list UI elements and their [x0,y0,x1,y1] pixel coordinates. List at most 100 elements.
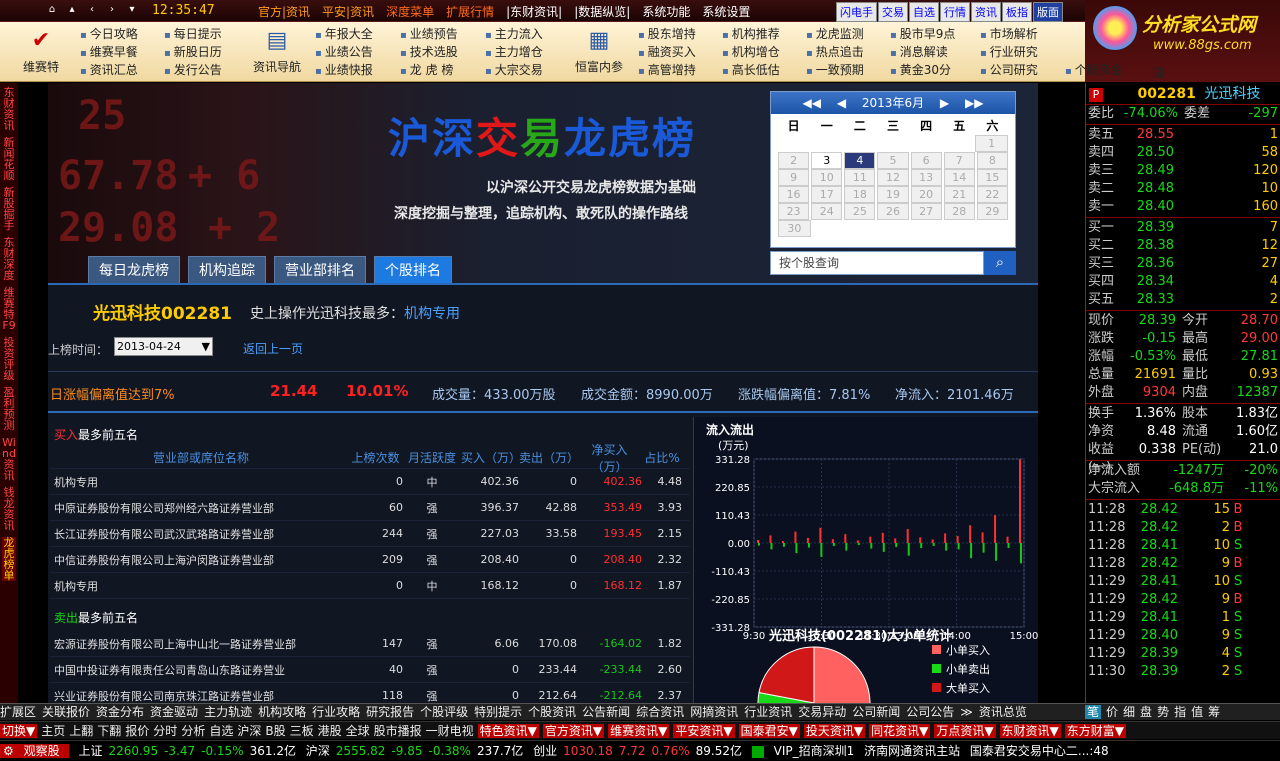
column-header[interactable]: 卖出（万） [519,449,579,466]
function-button[interactable]: 公司新闻 [852,705,900,719]
nav-button[interactable]: 自选 [209,724,233,738]
top-menu-item[interactable]: 平安|资讯 [322,5,374,19]
top-menu-item[interactable]: 官方|资讯 [258,5,310,19]
calendar-day[interactable]: 12 [877,169,909,186]
news-ticker[interactable]: 国泰君安交易中心二...:48 [970,744,1109,758]
ribbon-item[interactable]: 机构推荐 [722,25,780,43]
top-menu-item[interactable]: 系统功能 [642,5,690,19]
sidebar-item[interactable]: 钱龙资讯 [2,487,16,531]
calendar-day[interactable]: 18 [844,186,876,203]
top-menu-item[interactable]: 扩展行情 [446,5,494,19]
quick-tab[interactable]: 自选 [909,2,939,22]
ribbon-big-nav[interactable]: ▤ 资讯导航 [248,24,306,82]
quote-level[interactable]: 买二 28.38 12 [1086,237,1280,255]
function-button[interactable]: 研究报告 [366,705,414,719]
ribbon-item[interactable]: 消息解读 [890,43,955,61]
nav-button[interactable]: 东方财富▼ [1064,724,1127,738]
ribbon-item[interactable]: 市场解析 [980,25,1038,43]
column-header[interactable]: 上榜次数 [348,449,403,466]
function-button[interactable]: 个股资讯 [528,705,576,719]
ribbon-item[interactable]: 发行公告 [164,61,222,79]
nav-button[interactable]: 维赛资讯▼ [608,724,670,738]
function-button[interactable]: 主力轨迹 [204,705,252,719]
calendar-day[interactable]: 5 [877,152,909,169]
nav-button[interactable]: 股市播报 [374,724,422,738]
calendar-day[interactable]: 2 [778,152,810,169]
nav-button[interactable]: 港股 [318,724,342,738]
calendar-day[interactable]: 20 [910,186,942,203]
top-menu-item[interactable]: |数据纵览| [574,5,630,19]
table-row[interactable]: 兴业证券股份有限公司南京珠江路证券营业部 118 强 0 212.64 -212.64 2.… [50,683,690,703]
banner-tab[interactable]: 个股排名 [374,256,452,284]
quote-func-tab[interactable]: 筹 [1208,705,1220,719]
function-button[interactable]: 资讯总览 [979,705,1027,719]
next-month-icon[interactable]: ▶ [940,96,949,110]
function-button[interactable]: 资金分布 [96,705,144,719]
nav-button[interactable]: 上翻 [69,724,93,738]
quote-level[interactable]: 卖五 28.55 1 [1086,126,1280,144]
calendar-day[interactable]: 13 [910,169,942,186]
nav-button[interactable]: 分时 [153,724,177,738]
ribbon-item[interactable]: 每日提示 [164,25,222,43]
search-icon[interactable]: ⌕ [984,251,1016,275]
quick-tab[interactable]: 资讯 [971,2,1001,22]
function-button[interactable]: 公司公告 [906,705,954,719]
nav-button[interactable]: 主页 [41,724,65,738]
quote-level[interactable]: 买一 28.39 7 [1086,219,1280,237]
nav-button[interactable]: 特色资讯▼ [477,724,539,738]
top-menu-item[interactable]: |东财资讯| [506,5,562,19]
ribbon-item[interactable]: 主力增仓 [485,43,543,61]
calendar-day[interactable]: 29 [976,203,1008,220]
ribbon-item[interactable]: 股东增持 [638,25,696,43]
nav-button[interactable]: 国泰君安▼ [738,724,800,738]
ribbon-item[interactable]: 年报大全 [315,25,373,43]
ribbon-item[interactable]: 大宗交易 [485,61,543,79]
quick-tab[interactable]: 闪电手 [836,2,877,22]
calendar-day[interactable]: 23 [778,203,810,220]
ribbon-item[interactable]: 个股资金 [1065,61,1123,79]
stock-search-input[interactable]: 按个股查询 [770,251,984,275]
calendar-day[interactable]: 3 [811,152,843,169]
column-header[interactable]: 买入（万） [461,449,521,466]
column-header[interactable]: 占比% [642,449,682,466]
ribbon-item[interactable]: 融资买入 [638,43,696,61]
ribbon-item[interactable]: 行业研究 [980,43,1038,61]
quick-tab[interactable]: 板指 [1002,2,1032,22]
calendar-day[interactable]: 19 [877,186,909,203]
column-header[interactable]: 营业部或席位名称 [50,449,348,466]
banner-tab[interactable]: 营业部排名 [274,256,366,284]
quote-level[interactable]: 卖一 28.40 160 [1086,198,1280,216]
ribbon-item[interactable]: 业绩预告 [400,25,458,43]
calendar-day[interactable]: 11 [844,169,876,186]
quote-func-tab[interactable]: 盘 [1140,705,1152,719]
calendar-day[interactable]: 7 [943,152,975,169]
calendar-day[interactable]: 16 [778,186,810,203]
prev-year-icon[interactable]: ◀◀ [803,96,821,110]
forward-icon[interactable]: › [105,3,119,17]
function-button[interactable]: 关联报价 [42,705,90,719]
quote-func-tab[interactable]: 价 [1106,705,1118,719]
function-button[interactable]: 特别提示 [474,705,522,719]
ribbon-big-hengfu[interactable]: ▦ 恒富内参 [570,24,628,82]
quote-func-tab[interactable]: 势 [1157,705,1169,719]
ribbon-item[interactable]: 高长低估 [722,61,780,79]
sidebar-item[interactable]: Wind资讯 [2,437,16,481]
nav-button[interactable]: 全球 [346,724,370,738]
calendar-day[interactable]: 24 [811,203,843,220]
quote-level[interactable]: 买三 28.36 27 [1086,255,1280,273]
quick-tab[interactable]: 版面 [1033,2,1063,22]
calendar-day[interactable]: 4 [844,152,876,169]
banner-tab[interactable]: 机构追踪 [188,256,266,284]
ribbon-item[interactable]: 业绩快报 [315,61,373,79]
function-button[interactable]: 行业攻略 [312,705,360,719]
nav-button[interactable]: 万点资讯▼ [934,724,996,738]
nav-button[interactable]: 东财资讯▼ [999,724,1061,738]
next-year-icon[interactable]: ▶▶ [965,96,983,110]
observe-button[interactable]: ⚙ 观察股 [0,744,69,758]
function-button[interactable]: 网摘资讯 [690,705,738,719]
date-select[interactable]: 2013-04-24 ▼ [114,337,213,356]
quote-level[interactable]: 买四 28.34 4 [1086,273,1280,291]
calendar-day[interactable]: 26 [877,203,909,220]
ribbon-item[interactable]: 龙虎监测 [806,25,864,43]
ribbon-item[interactable]: 一致预期 [806,61,864,79]
